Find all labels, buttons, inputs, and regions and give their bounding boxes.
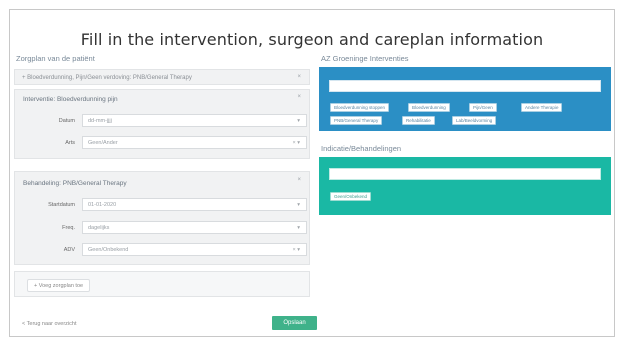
save-button[interactable]: Opslaan: [272, 316, 317, 330]
careplan-summary-text: + Bloedverdunning, Pijn/Geen verdoving: …: [22, 75, 192, 81]
treatment-frequency-row: Freq. dagelijks ▾: [25, 221, 307, 235]
field-label: Startdatum: [48, 202, 75, 208]
intervention-tag[interactable]: Bloedverdunning stoppen: [330, 103, 390, 112]
intervention-doctor-row: Arts Geen/Ander × ▾: [25, 136, 307, 150]
field-label: Datum: [58, 118, 75, 124]
treatment-adv-select[interactable]: Geen/Onbekend × ▾: [82, 243, 307, 256]
field-label: ADV: [63, 247, 75, 253]
intervention-block: Interventie: Bloedverdunning pijn × Datu…: [14, 89, 310, 159]
intervention-tag[interactable]: PNB/General Therapy: [330, 116, 383, 125]
interventions-box: Bloedverdunning stoppen Bloedverdunning …: [319, 67, 611, 131]
field-label: Arts: [65, 140, 75, 146]
close-icon[interactable]: ×: [297, 177, 301, 183]
careplan-panel: Zorgplan van de patiënt + Bloedverdunnin…: [14, 53, 317, 335]
intervention-title: Interventie: Bloedverdunning pijn: [23, 96, 118, 103]
treatment-tag[interactable]: Geen/Onbekend: [330, 192, 372, 201]
intervention-tag[interactable]: Rehabilitatie: [402, 116, 435, 125]
field-label: Freq.: [62, 225, 75, 231]
field-value: dagelijks: [88, 225, 110, 231]
treatments-search-input[interactable]: [329, 168, 601, 180]
treatment-start-row: Startdatum 01-01-2020 ▾: [25, 198, 307, 212]
chevron-down-icon: ▾: [297, 225, 300, 231]
interventions-search-input[interactable]: [329, 80, 601, 92]
intervention-date-input[interactable]: dd-mm-jjjj ▾: [82, 114, 307, 127]
add-careplan-area: + Voeg zorgplan toe: [14, 271, 310, 297]
chevron-down-icon: × ▾: [292, 140, 300, 146]
treatment-title: Behandeling: PNB/General Therapy: [23, 180, 127, 187]
close-icon[interactable]: ×: [297, 74, 301, 80]
careplan-heading: Zorgplan van de patiënt: [16, 54, 95, 63]
field-value: Geen/Onbekend: [88, 247, 129, 253]
intervention-tag[interactable]: Andere Therapie: [521, 103, 563, 112]
close-icon[interactable]: ×: [297, 94, 301, 100]
treatment-start-input[interactable]: 01-01-2020 ▾: [82, 198, 307, 211]
intervention-tag[interactable]: Bloedverdunning: [408, 103, 450, 112]
field-value: dd-mm-jjjj: [88, 118, 112, 124]
field-value: Geen/Ander: [88, 140, 118, 146]
treatments-box: Geen/Onbekend: [319, 157, 611, 215]
treatment-adv-row: ADV Geen/Onbekend × ▾: [25, 243, 307, 257]
chevron-down-icon: ▾: [297, 118, 300, 124]
interventions-heading: AZ Groeninge Interventies: [321, 54, 409, 63]
treatment-frequency-input[interactable]: dagelijks ▾: [82, 221, 307, 234]
catalog-panel: AZ Groeninge Interventies Bloedverdunnin…: [319, 53, 614, 215]
chevron-down-icon: ▾: [297, 202, 300, 208]
intervention-tag[interactable]: Lab/Beeldvorming: [452, 116, 497, 125]
chevron-down-icon: × ▾: [292, 247, 300, 253]
intervention-doctor-select[interactable]: Geen/Ander × ▾: [82, 136, 307, 149]
careplan-summary-row[interactable]: + Bloedverdunning, Pijn/Geen verdoving: …: [14, 69, 310, 85]
treatment-block: Behandeling: PNB/General Therapy × Start…: [14, 171, 310, 265]
add-careplan-button[interactable]: + Voeg zorgplan toe: [27, 279, 91, 292]
back-link[interactable]: < Terug naar overzicht: [22, 321, 76, 327]
field-value: 01-01-2020: [88, 202, 117, 208]
intervention-tag[interactable]: Pijn/Geen: [469, 103, 497, 112]
treatments-heading: Indicatie/Behandelingen: [321, 144, 402, 153]
slide-title: Fill in the intervention, surgeon and ca…: [80, 30, 544, 49]
intervention-date-row: Datum dd-mm-jjjj ▾: [25, 114, 307, 128]
